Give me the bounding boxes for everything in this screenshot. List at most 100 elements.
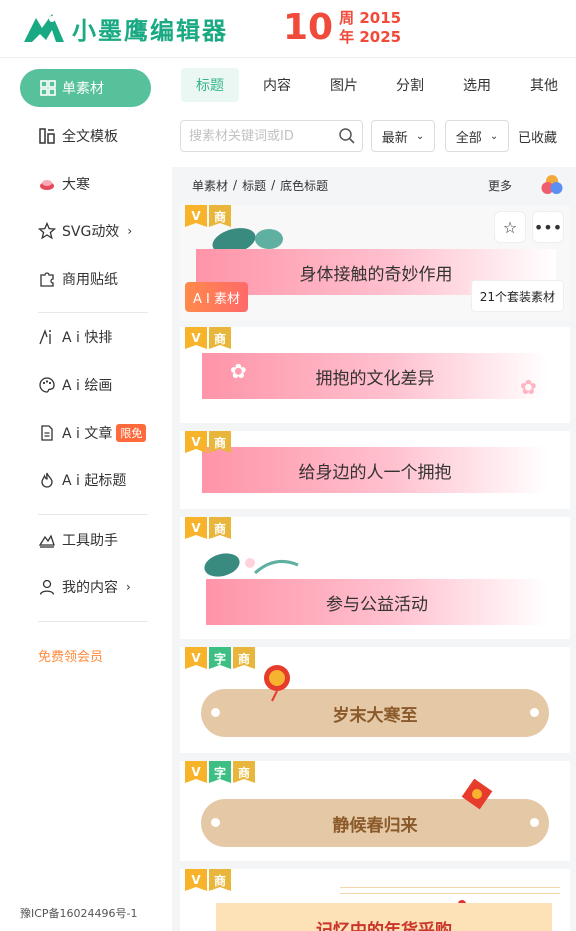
title-banner: 拥抱的文化差异	[202, 353, 548, 399]
tab-title[interactable]: 标题	[181, 68, 239, 102]
breadcrumb: 单素材 / 标题 / 底色标题	[172, 167, 576, 203]
sidebar-item-label: A i 快排	[62, 330, 113, 346]
ai-layout-icon	[38, 328, 56, 346]
sidebar-divider	[38, 312, 148, 313]
category-select-value: 全部	[455, 130, 482, 146]
chevron-down-icon: ⌄	[489, 130, 499, 142]
set-material-count[interactable]: 21个套装素材	[470, 280, 564, 312]
fu-ornament-icon	[264, 665, 290, 702]
title-banner: 参与公益活动	[206, 579, 548, 625]
tab-image[interactable]: 图片	[315, 68, 373, 102]
sidebar-item-stickers[interactable]: 商用贴纸	[38, 267, 118, 291]
tag-row: V 商	[185, 205, 233, 227]
sidebar-item-ai-article[interactable]: A i 文章 限免	[38, 421, 147, 445]
commercial-tag: 商	[209, 869, 231, 891]
tag-row: V 字 商	[185, 761, 257, 783]
commercial-tag: 商	[209, 205, 231, 227]
material-card[interactable]: 身体接触的奇妙作用 V 商 ☆ ••• A I 素材 21个套装素材	[180, 205, 570, 321]
tag-row: V 商	[185, 431, 233, 453]
color-palette-icon[interactable]	[540, 173, 564, 197]
sort-select-value: 最新	[381, 130, 408, 146]
vip-tag: V	[185, 205, 207, 227]
font-tag: 字	[209, 647, 231, 669]
sidebar-item-ai-layout[interactable]: A i 快排	[38, 325, 112, 349]
favorite-star-icon[interactable]: ☆	[494, 211, 526, 243]
material-card[interactable]: 静候春归来 V 字 商	[180, 761, 570, 861]
eagle-logo-icon	[24, 14, 64, 42]
vip-tag: V	[185, 431, 207, 453]
breadcrumb-item[interactable]: 单素材	[192, 177, 228, 194]
sidebar-item-tools[interactable]: 工具助手	[38, 528, 118, 552]
material-card[interactable]: 给身边的人一个拥抱 V 商	[180, 431, 570, 509]
festival-icon	[38, 175, 56, 193]
sidebar-item-full-template[interactable]: 全文模板	[38, 124, 118, 148]
sidebar-item-label: 我的内容	[62, 580, 118, 596]
sidebar-item-label: A i 绘画	[62, 378, 113, 394]
logo-text: 小墨鹰编辑器	[72, 16, 228, 45]
sidebar-item-my-content[interactable]: 我的内容 ›	[38, 575, 131, 599]
flower-decoration-icon: ✿	[520, 375, 537, 399]
tab-selected[interactable]: 选用	[448, 68, 506, 102]
user-icon	[38, 578, 56, 596]
title-banner: 给身边的人一个拥抱	[202, 447, 548, 493]
category-select[interactable]: 全部 ⌄	[445, 120, 509, 152]
card-actions: ☆ •••	[488, 211, 564, 243]
flower-decoration-icon: ✿	[230, 359, 247, 383]
sidebar-item-ai-painting[interactable]: A i 绘画	[38, 373, 112, 397]
line-decoration	[340, 887, 560, 888]
search-input[interactable]	[181, 121, 329, 151]
vip-tag: V	[185, 869, 207, 891]
fu-ornament-icon	[461, 778, 493, 810]
title-banner: 记忆中的年货采购	[216, 903, 552, 931]
flame-icon	[38, 471, 56, 489]
star-icon	[38, 222, 56, 240]
sidebar-item-single-material[interactable]: 单素材	[20, 69, 151, 107]
material-card[interactable]: 岁末大寒至 V 字 商	[180, 647, 570, 753]
tag-row: V 商	[185, 327, 233, 349]
sidebar-item-label: 大寒	[62, 177, 90, 193]
material-card[interactable]: 记忆中的年货采购 V 商	[180, 869, 570, 931]
commercial-tag: 商	[233, 647, 255, 669]
sidebar-item-svg-effects[interactable]: SVG动效 ›	[38, 219, 132, 243]
anniversary-line-2: 年 2025	[339, 28, 402, 46]
icp-license[interactable]: 豫ICP备16024496号-1	[20, 905, 138, 921]
breadcrumb-separator: /	[271, 178, 276, 192]
sidebar-item-label: 商用贴纸	[62, 272, 118, 288]
sidebar-item-label: A i 文章	[62, 426, 113, 442]
logo[interactable]: 小墨鹰编辑器	[22, 10, 228, 46]
commercial-tag: 商	[209, 327, 231, 349]
more-options-icon[interactable]: •••	[532, 211, 564, 243]
free-membership-link[interactable]: 免费领会员	[38, 646, 103, 665]
commercial-tag: 商	[209, 517, 231, 539]
breadcrumb-item[interactable]: 标题	[242, 177, 266, 194]
sidebar-divider	[38, 514, 148, 515]
tab-content[interactable]: 内容	[248, 68, 306, 102]
sidebar-divider	[38, 621, 148, 622]
search-icon[interactable]	[338, 127, 356, 145]
more-link[interactable]: 更多	[488, 177, 512, 194]
search-box	[180, 120, 363, 152]
tag-row: V 字 商	[185, 647, 257, 669]
commercial-tag: 商	[233, 761, 255, 783]
vip-tag: V	[185, 761, 207, 783]
sidebar-item-ai-title[interactable]: A i 起标题	[38, 468, 126, 492]
vip-tag: V	[185, 517, 207, 539]
material-card[interactable]: 参与公益活动 V 商	[180, 517, 570, 639]
leaf-decoration-icon	[204, 553, 299, 577]
material-list: 单素材 / 标题 / 底色标题 更多 身体接触的奇妙作用 V 商 ☆ ••• A…	[172, 167, 576, 931]
anniversary-badge: 10 周 2015 年 2025	[283, 8, 401, 48]
chevron-right-icon: ›	[126, 580, 131, 594]
sidebar-item-dahan[interactable]: 大寒	[38, 172, 90, 196]
breadcrumb-separator: /	[233, 178, 238, 192]
commercial-tag: 商	[209, 431, 231, 453]
top-bar: 小墨鹰编辑器 10 周 2015 年 2025	[0, 0, 576, 58]
collected-filter[interactable]: 已收藏	[518, 120, 557, 152]
sidebar-item-label: 全文模板	[62, 129, 118, 145]
tab-divider[interactable]: 分割	[381, 68, 439, 102]
sort-select[interactable]: 最新 ⌄	[371, 120, 435, 152]
vip-tag: V	[185, 647, 207, 669]
font-tag: 字	[209, 761, 231, 783]
tab-other[interactable]: 其他	[515, 68, 573, 102]
free-badge: 限免	[116, 424, 147, 442]
material-card[interactable]: 拥抱的文化差异 ✿ ✿ V 商	[180, 327, 570, 423]
